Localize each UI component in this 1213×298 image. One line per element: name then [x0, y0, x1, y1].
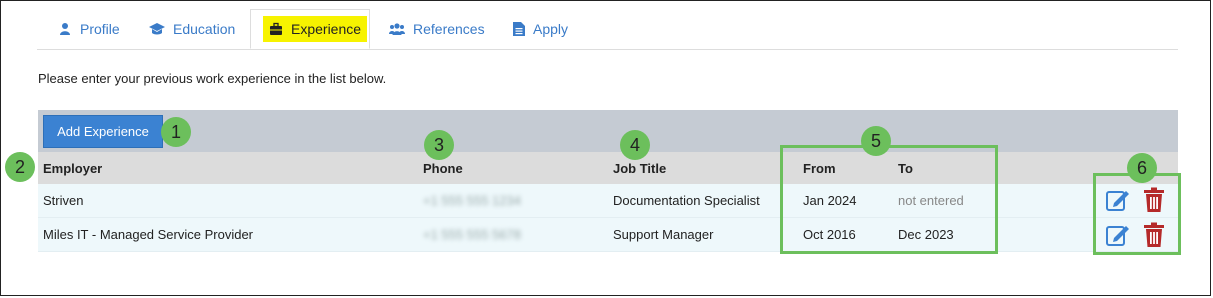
briefcase-icon [269, 22, 283, 36]
callout-badge-6: 6 [1127, 153, 1157, 183]
table-row: Miles IT - Managed Service Provider +1 5… [38, 218, 1178, 252]
tab-apply[interactable]: Apply [513, 9, 568, 49]
table-toolbar: Add Experience [38, 110, 1178, 152]
tab-label: References [413, 21, 485, 37]
tab-label: Experience [291, 21, 362, 37]
tab-label: Apply [533, 21, 569, 37]
tab-experience[interactable]: Experience [250, 9, 370, 49]
actions-highlight-box [1093, 173, 1181, 255]
phone-cell-redacted: +1 555 555 5678 [423, 227, 521, 242]
callout-badge-5: 5 [861, 126, 891, 156]
intro-text: Please enter your previous work experien… [38, 71, 387, 86]
tab-bar: Profile Education Experience References [37, 9, 1178, 50]
callout-badge-3: 3 [424, 130, 454, 160]
page-frame: Profile Education Experience References [0, 0, 1211, 296]
table-row: Striven +1 555 555 1234 Documentation Sp… [38, 184, 1178, 218]
active-tab-highlight: Experience [263, 16, 368, 42]
tab-profile[interactable]: Profile [58, 9, 120, 49]
graduation-cap-icon [149, 22, 165, 36]
date-columns-highlight-box [780, 145, 998, 254]
callout-badge-1: 1 [161, 117, 191, 147]
users-icon [389, 22, 405, 36]
employer-cell: Miles IT - Managed Service Provider [43, 227, 254, 242]
user-icon [58, 22, 72, 36]
tab-label: Profile [80, 21, 120, 37]
phone-cell-redacted: +1 555 555 1234 [423, 193, 521, 208]
employer-cell: Striven [43, 193, 84, 208]
callout-badge-2: 2 [5, 152, 35, 182]
tab-references[interactable]: References [389, 9, 485, 49]
table-header: Employer Phone Job Title From To [38, 152, 1178, 184]
tab-education[interactable]: Education [149, 9, 235, 49]
callout-badge-4: 4 [620, 130, 650, 160]
experience-table: Add Experience Employer Phone Job Title … [38, 110, 1178, 252]
column-header-employer[interactable]: Employer [43, 152, 102, 184]
job-title-cell: Documentation Specialist [613, 193, 760, 208]
job-title-cell: Support Manager [613, 227, 714, 242]
add-experience-button[interactable]: Add Experience [43, 115, 163, 148]
tab-label: Education [173, 21, 236, 37]
document-icon [513, 22, 525, 36]
